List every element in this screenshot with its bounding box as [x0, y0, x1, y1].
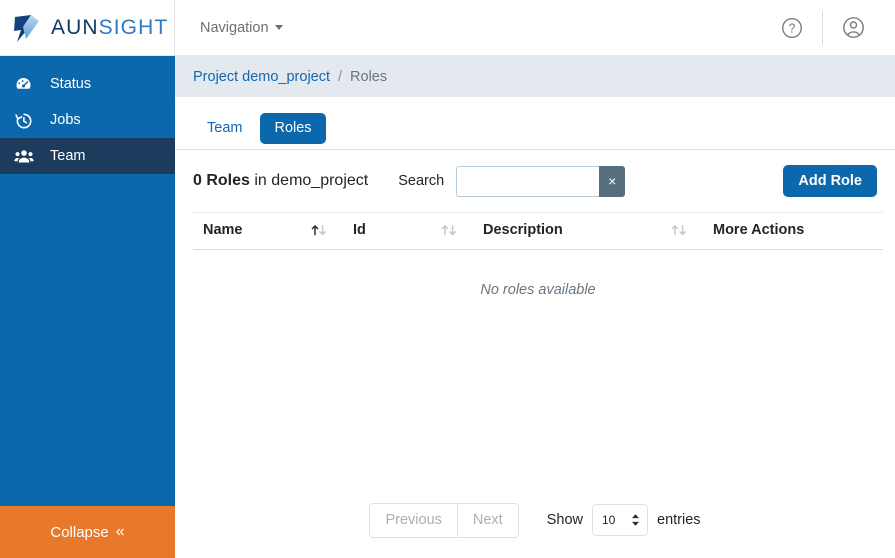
sidebar-item-label: Jobs	[50, 111, 81, 128]
roles-count-suffix: in demo_project	[254, 172, 369, 189]
breadcrumb-project-link[interactable]: Project demo_project	[193, 69, 330, 85]
main-content: Project demo_project / Roles Team Roles …	[175, 56, 895, 558]
column-label: Name	[203, 222, 243, 238]
page-size-select[interactable]: 10	[592, 504, 648, 537]
search-label: Search	[398, 173, 445, 189]
aunsight-logo-icon	[14, 14, 39, 42]
sort-toggle-icon[interactable]	[310, 223, 329, 237]
app-root: AUNSIGHT Navigation ? Status Jobs Team C…	[0, 0, 895, 558]
column-label: More Actions	[713, 222, 805, 238]
column-label: Id	[353, 222, 366, 238]
roles-table-body: No roles available	[193, 250, 883, 331]
sidebar-item-label: Team	[50, 147, 86, 164]
search-group: ×	[456, 165, 626, 197]
collapse-sidebar-button[interactable]: Collapse «	[0, 506, 175, 558]
navigation-dropdown[interactable]: Navigation	[200, 20, 283, 36]
column-header-more-actions: More Actions	[703, 212, 883, 250]
tab-team[interactable]: Team	[193, 113, 256, 144]
sidebar-item-status[interactable]: Status	[0, 66, 175, 102]
column-header-id[interactable]: Id	[343, 212, 473, 250]
column-header-description[interactable]: Description	[473, 212, 703, 250]
tab-bar: Team Roles	[175, 97, 895, 150]
pagination-bar: Previous Next Show 10 entries	[175, 502, 895, 538]
previous-page-button[interactable]: Previous	[369, 502, 457, 538]
page-size-select-shell: 10	[592, 504, 648, 537]
entries-label: entries	[657, 512, 701, 529]
roles-toolbar: 0 Roles in demo_project Search × Add Rol…	[193, 150, 877, 212]
svg-text:?: ?	[789, 21, 796, 35]
pagination-buttons: Previous Next	[369, 502, 519, 538]
column-label: Description	[483, 222, 563, 238]
tab-label: Team	[207, 120, 243, 137]
show-label: Show	[546, 512, 583, 529]
sidebar: Status Jobs Team Collapse «	[0, 56, 175, 558]
user-circle-icon	[842, 17, 864, 38]
help-circle-icon: ?	[781, 17, 803, 38]
topbar-divider	[822, 10, 823, 45]
brand-logo[interactable]: AUNSIGHT	[0, 0, 175, 56]
sort-toggle-icon[interactable]	[670, 223, 689, 237]
tab-label: Roles	[274, 120, 312, 137]
gauge-icon	[14, 75, 38, 94]
empty-state-message: No roles available	[480, 282, 596, 298]
account-button[interactable]	[829, 0, 877, 56]
clear-search-button[interactable]: ×	[599, 165, 626, 197]
breadcrumb: Project demo_project / Roles	[175, 56, 895, 97]
brand-name: AUNSIGHT	[51, 16, 168, 40]
breadcrumb-current: Roles	[350, 68, 388, 85]
sidebar-item-label: Status	[50, 75, 92, 92]
search-input[interactable]	[456, 165, 600, 197]
brand-name-part1: AUN	[51, 15, 99, 39]
chevron-down-icon	[274, 25, 283, 30]
history-clock-icon	[14, 111, 38, 130]
navigation-dropdown-label: Navigation	[200, 19, 269, 36]
search-area: Search ×	[398, 165, 626, 197]
tab-roles[interactable]: Roles	[260, 113, 326, 144]
sidebar-item-jobs[interactable]: Jobs	[0, 102, 175, 138]
roles-count: 0 Roles in demo_project	[193, 172, 368, 190]
top-header-bar: AUNSIGHT Navigation ?	[0, 0, 895, 56]
column-header-name[interactable]: Name	[193, 212, 343, 250]
topbar-actions: ?	[768, 0, 895, 56]
roles-table: Name Id Description More Actions No role…	[193, 212, 883, 330]
breadcrumb-separator: /	[338, 68, 343, 85]
sidebar-item-team[interactable]: Team	[0, 138, 175, 174]
roles-count-value: 0 Roles	[193, 172, 250, 189]
double-chevron-left-icon: «	[115, 523, 125, 540]
roles-table-head: Name Id Description More Actions	[193, 212, 883, 250]
roles-panel: 0 Roles in demo_project Search × Add Rol…	[175, 150, 895, 330]
users-icon	[14, 147, 38, 166]
empty-state-row: No roles available	[193, 250, 883, 331]
next-page-button[interactable]: Next	[456, 502, 519, 538]
collapse-label: Collapse	[50, 523, 109, 541]
add-role-button[interactable]: Add Role	[783, 164, 877, 198]
table-header-row: Name Id Description More Actions	[193, 212, 883, 250]
sort-toggle-icon[interactable]	[440, 223, 459, 237]
page-size-control: Show 10 entries	[546, 504, 701, 537]
brand-name-part2: SIGHT	[98, 15, 169, 39]
help-button[interactable]: ?	[768, 0, 816, 56]
